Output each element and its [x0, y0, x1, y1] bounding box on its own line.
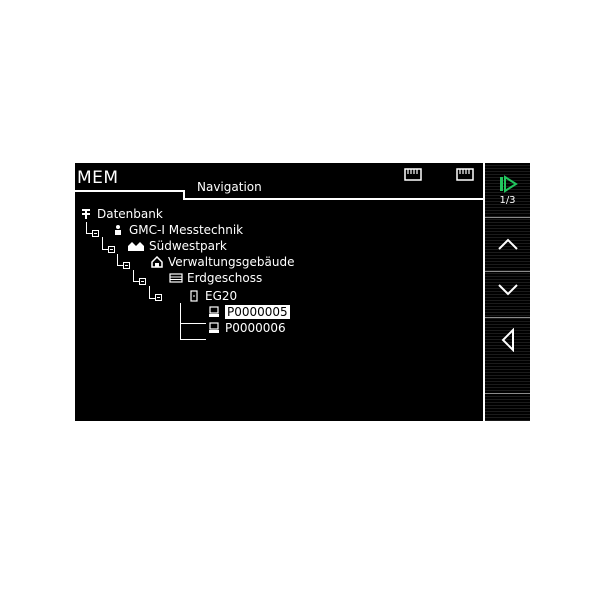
device-icon: [207, 305, 221, 318]
building-icon: [150, 255, 164, 268]
tree-item-p0000005[interactable]: P0000005: [207, 304, 290, 319]
person-icon: [111, 223, 125, 236]
main-area: MEM Navigation Datenbank GMC-I Messtechn…: [75, 163, 483, 421]
next-page-button[interactable]: 1/3: [485, 163, 530, 217]
tree-item-datenbank[interactable]: Datenbank: [79, 206, 163, 221]
triangle-left-icon: [501, 328, 514, 352]
tree-connector: [180, 303, 181, 340]
page-indicator: 1/3: [499, 195, 516, 206]
back-button[interactable]: [485, 313, 530, 367]
next-page-icon: [499, 175, 518, 193]
tree-item-suedwestpark[interactable]: Südwestpark: [127, 238, 227, 253]
tree-connector: [180, 339, 206, 340]
houses-icon: [127, 239, 145, 252]
softkey-divider: [485, 393, 530, 394]
device-screen: MEM Navigation Datenbank GMC-I Messtechn…: [75, 163, 530, 421]
database-tree: Datenbank GMC-I Messtechnik Südwestpark …: [75, 163, 483, 421]
tree-item-gmc[interactable]: GMC-I Messtechnik: [111, 222, 243, 237]
chevron-down-icon: [497, 284, 518, 296]
collapse-toggle[interactable]: [92, 230, 99, 237]
tree-item-label: Erdgeschoss: [187, 270, 263, 285]
tree-item-verwaltungsgebaeude[interactable]: Verwaltungsgebäude: [150, 254, 294, 269]
database-icon: [79, 207, 93, 220]
room-icon: [187, 289, 201, 302]
tree-item-label: Datenbank: [97, 206, 163, 221]
tree-item-label: P0000005: [225, 304, 290, 319]
collapse-toggle[interactable]: [108, 246, 115, 253]
collapse-toggle[interactable]: [155, 294, 162, 301]
down-button[interactable]: [485, 263, 530, 317]
tree-item-eg20[interactable]: EG20: [187, 288, 237, 303]
tree-item-label: P0000006: [225, 320, 286, 335]
tree-item-p0000006[interactable]: P0000006: [207, 320, 286, 335]
chevron-up-icon: [497, 238, 518, 250]
tree-item-label: EG20: [205, 288, 238, 303]
collapse-toggle[interactable]: [139, 278, 146, 285]
softkey-panel: 1/3: [483, 163, 530, 421]
tree-item-erdgeschoss[interactable]: Erdgeschoss: [169, 270, 262, 285]
tree-item-label: Verwaltungsgebäude: [168, 254, 295, 269]
collapse-toggle[interactable]: [123, 262, 130, 269]
tree-connector: [180, 323, 206, 324]
floor-icon: [169, 271, 183, 284]
tree-item-label: Südwestpark: [149, 238, 227, 253]
tree-item-label: GMC-I Messtechnik: [129, 222, 244, 237]
device-icon: [207, 321, 221, 334]
